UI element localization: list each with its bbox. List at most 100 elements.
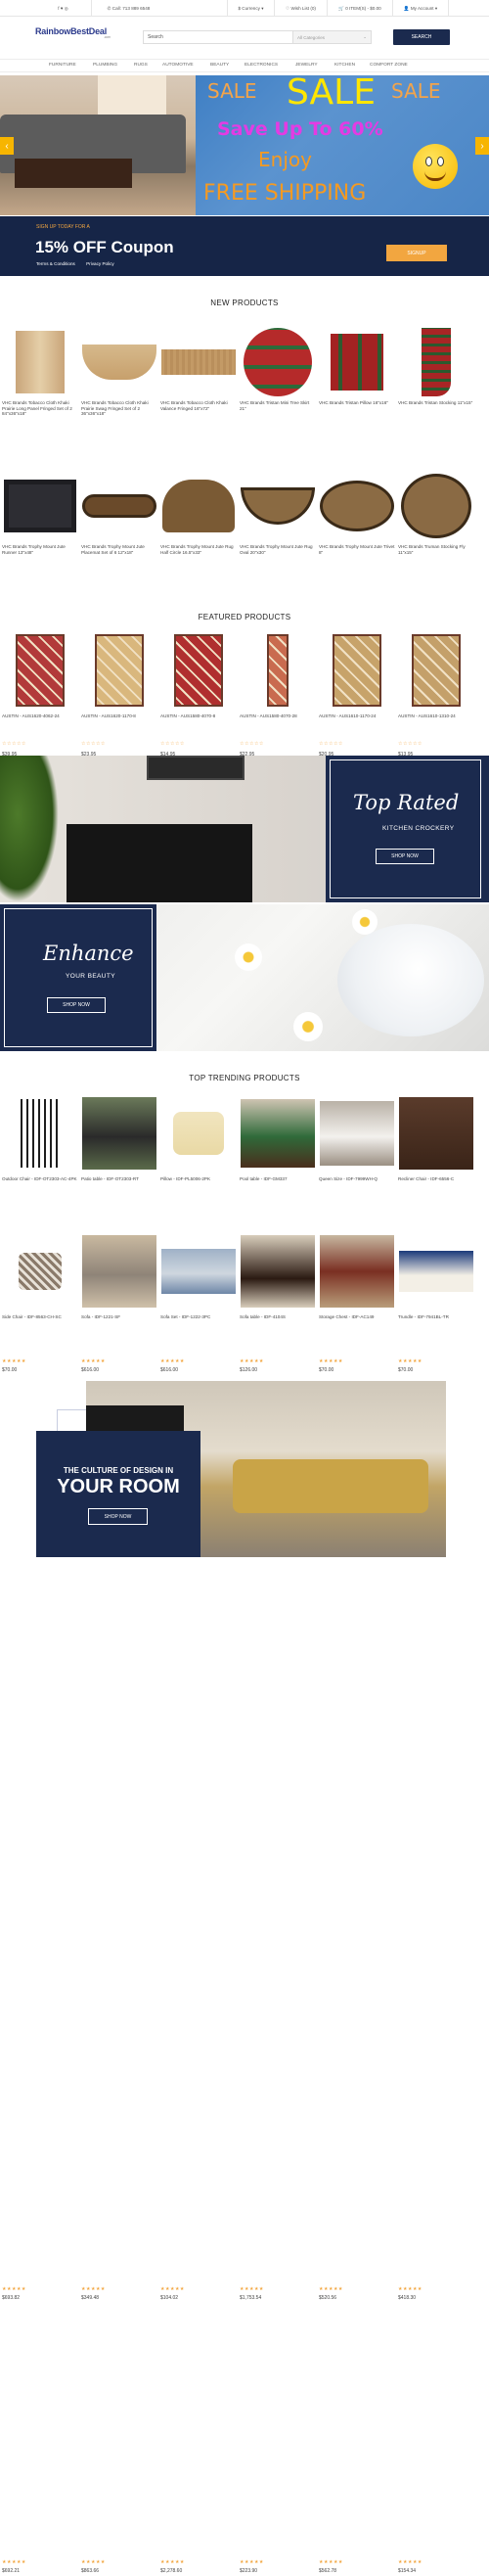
- social-links[interactable]: f ♥ ◎: [58, 6, 68, 12]
- new-product-image[interactable]: [240, 470, 316, 542]
- trending-product-image[interactable]: [81, 1097, 157, 1170]
- trending-product-name[interactable]: Pillow - IDF-PL5006-2PK: [160, 1176, 237, 1182]
- trending-product-name[interactable]: Pool table - IDF-GM337: [240, 1176, 316, 1182]
- cart-label[interactable]: 0 ITEM(S) - $0.00: [345, 6, 381, 11]
- trending-product-name[interactable]: Sofa Set - IDF-1222-3PC: [160, 1314, 237, 1320]
- slider-next-arrow[interactable]: ›: [475, 137, 489, 155]
- trending-product-name[interactable]: Storage Chest - IDF-AC149: [319, 1314, 395, 1320]
- new-product-name[interactable]: VHC Brands Truman Stocking Fly 11"x15": [398, 544, 474, 555]
- account-label[interactable]: My Account ▾: [411, 6, 437, 12]
- featured-product-name[interactable]: AUSTIN - AUS1580-4070-8: [160, 713, 237, 719]
- phone-text: Call: 713 889 6548: [111, 6, 151, 11]
- new-product-name[interactable]: VHC Brands Trophy Mount Jute Trivet 8": [319, 544, 395, 555]
- cart-link[interactable]: 🛒 0 ITEM(S) - $0.00: [327, 0, 392, 17]
- hero-slider[interactable]: SALE SALE SALE Save Up To 60% Enjoy FREE…: [0, 75, 489, 215]
- trending-product-price: $863.66: [81, 2568, 100, 2574]
- trending-product-name[interactable]: Sofa table - IDF-4104S: [240, 1314, 316, 1320]
- featured-product-image[interactable]: [319, 634, 395, 707]
- featured-product-image[interactable]: [2, 634, 78, 707]
- new-product-name[interactable]: VHC Brands Tobacco Cloth Khaki Valance F…: [160, 400, 237, 411]
- signup-button[interactable]: SIGNUP: [386, 245, 447, 261]
- beauty-banner[interactable]: Enhance YOUR BEAUTY SHOP NOW: [0, 904, 489, 1051]
- social-icons[interactable]: f ♥ ◎: [35, 0, 91, 17]
- yellow-sofa-image: [233, 1459, 428, 1513]
- slider-prev-arrow[interactable]: ‹: [0, 137, 14, 155]
- trending-product-name[interactable]: Outdoor Chair - IDF-OT2303-AC-4PK: [2, 1176, 78, 1182]
- trending-product-name[interactable]: Side Chair - IDF-8563-CH-SC: [2, 1314, 78, 1320]
- new-product-name[interactable]: VHC Brands Trophy Mount Jute Rug Half Ci…: [160, 544, 237, 555]
- beauty-shop-now-button[interactable]: SHOP NOW: [47, 997, 106, 1013]
- trending-product-name[interactable]: Recliner Chair - IDF-6556-C: [398, 1176, 474, 1182]
- new-product-name[interactable]: VHC Brands Trophy Mount Jute Rug Oval 20…: [240, 544, 316, 555]
- trending-product-image[interactable]: [319, 1235, 395, 1308]
- featured-product-name[interactable]: AUSTIN - AUS1580-4070-28: [240, 713, 316, 719]
- new-product-image[interactable]: [81, 326, 157, 398]
- featured-product-image[interactable]: [398, 634, 474, 707]
- trending-product-image[interactable]: [160, 1235, 237, 1308]
- new-product-image[interactable]: [2, 470, 78, 542]
- featured-product-name[interactable]: AUSTIN - AUS1620-4062-24: [2, 713, 78, 719]
- new-product-name[interactable]: VHC Brands Tristan Stocking 11"x15": [398, 400, 474, 406]
- trending-product-image[interactable]: [81, 1235, 157, 1308]
- new-product-image[interactable]: [240, 326, 316, 398]
- nav-item-jewelry[interactable]: JEWELRY: [295, 63, 318, 68]
- new-product-name[interactable]: VHC Brands Trophy Mount Jute Placemat Se…: [81, 544, 157, 555]
- trending-product-image[interactable]: [2, 1097, 78, 1170]
- currency-dropdown[interactable]: $ Currency ▾: [227, 0, 274, 17]
- new-product-name[interactable]: VHC Brands Trophy Mount Jute Runner 13"x…: [2, 544, 78, 555]
- new-product-image[interactable]: [319, 326, 395, 398]
- new-product-name[interactable]: VHC Brands Tristan Mini Tree Skirt 21": [240, 400, 316, 411]
- new-product-image[interactable]: [160, 326, 237, 398]
- new-product-image[interactable]: [2, 326, 78, 398]
- logo-text[interactable]: RainbowBestDeal: [35, 26, 107, 36]
- currency-label[interactable]: $ Currency ▾: [238, 6, 263, 12]
- nav-item-rugs[interactable]: RUGS: [134, 63, 148, 68]
- search-button[interactable]: SEARCH: [393, 29, 450, 45]
- privacy-link[interactable]: Privacy Policy: [86, 261, 114, 266]
- new-product-name[interactable]: VHC Brands Tobacco Cloth Khaki Prairie S…: [81, 400, 157, 417]
- culture-line2: YOUR ROOM: [57, 1476, 180, 1497]
- featured-product-name[interactable]: AUSTIN - AUS1610-1310-24: [398, 713, 474, 719]
- new-product-image[interactable]: [319, 470, 395, 542]
- search-input[interactable]: Search: [144, 34, 292, 40]
- new-product-image[interactable]: [398, 470, 474, 542]
- trending-product-image[interactable]: [398, 1235, 474, 1308]
- trending-product-image[interactable]: [240, 1097, 316, 1170]
- category-select[interactable]: All Categories ⌄: [292, 31, 371, 43]
- trending-product-image[interactable]: [160, 1097, 237, 1170]
- wishlist-label[interactable]: Wish List (0): [290, 6, 316, 11]
- nav-item-furniture[interactable]: FURNITURE: [49, 63, 76, 68]
- nav-item-plumbing[interactable]: PLUMBING: [93, 63, 117, 68]
- account-dropdown[interactable]: 👤 My Account ▾: [392, 0, 449, 17]
- kitchen-shop-now-button[interactable]: SHOP NOW: [376, 849, 434, 864]
- trending-product-name[interactable]: Queen Size - IDF-7999WH-Q: [319, 1176, 395, 1182]
- trending-product-image[interactable]: [398, 1097, 474, 1170]
- terms-link[interactable]: Terms & Conditions: [36, 261, 75, 266]
- site-logo[interactable]: RainbowBestDeal .com: [35, 26, 111, 39]
- kitchen-banner[interactable]: Top Rated KITCHEN CROCKERY SHOP NOW: [0, 756, 489, 902]
- featured-product-name[interactable]: AUSTIN - AUS1610-1170-24: [319, 713, 395, 719]
- top-rated-text: Top Rated: [353, 791, 460, 814]
- nav-item-kitchen[interactable]: KITCHEN: [334, 63, 355, 68]
- featured-product-image[interactable]: [160, 634, 237, 707]
- trending-product-image[interactable]: [240, 1235, 316, 1308]
- nav-item-comfort-zone[interactable]: COMFORT ZONE: [370, 63, 408, 68]
- trending-product-name[interactable]: Patio table - IDF-OT2303-RT: [81, 1176, 157, 1182]
- wishlist-link[interactable]: ♡ Wish List (0): [274, 0, 327, 17]
- featured-product-name[interactable]: AUSTIN - AUS1620-1170-8: [81, 713, 157, 719]
- nav-item-automotive[interactable]: AUTOMOTIVE: [162, 63, 194, 68]
- new-product-name[interactable]: VHC Brands Tristan Pillow 16"x16": [319, 400, 395, 406]
- trending-product-name[interactable]: Trundle - IDF-7941BL-TR: [398, 1314, 474, 1320]
- featured-product-image[interactable]: [240, 634, 316, 707]
- trending-product-image[interactable]: [2, 1235, 78, 1308]
- new-product-image[interactable]: [81, 470, 157, 542]
- trending-product-image[interactable]: [319, 1097, 395, 1170]
- trending-product-name[interactable]: Sofa - IDF-1221-SF: [81, 1314, 157, 1320]
- new-product-name[interactable]: VHC Brands Tobacco Cloth Khaki Prairie L…: [2, 400, 78, 417]
- new-product-image[interactable]: [160, 470, 237, 542]
- nav-item-beauty[interactable]: BEAUTY: [210, 63, 229, 68]
- nav-item-electronics[interactable]: ELECTRONICS: [244, 63, 278, 68]
- new-product-image[interactable]: [398, 326, 474, 398]
- culture-shop-now-button[interactable]: SHOP NOW: [88, 1508, 148, 1525]
- featured-product-image[interactable]: [81, 634, 157, 707]
